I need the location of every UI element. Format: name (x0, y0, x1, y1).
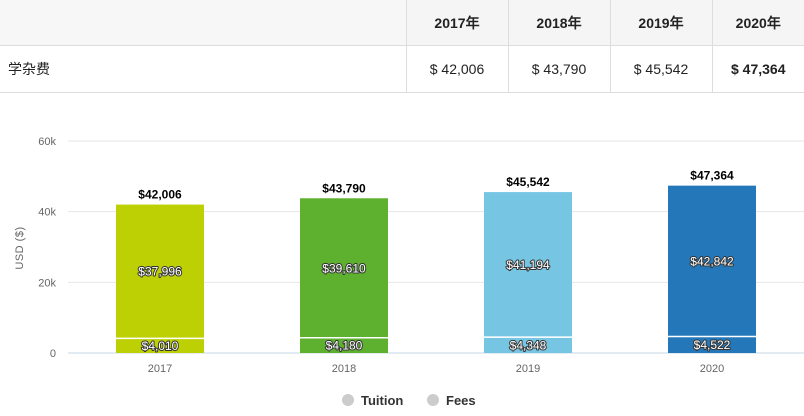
total-data-label: $47,364 (690, 169, 734, 183)
y-axis-label: USD ($) (14, 226, 26, 269)
y-tick-label: 0 (50, 348, 56, 360)
x-axis: 2017 2018 2019 2020 (148, 363, 724, 375)
table-header-row: 2017年 2018年 2019年 2020年 (0, 0, 804, 46)
y-axis: 0 20k 40k 60k (38, 136, 56, 360)
table-header-corner (0, 0, 406, 46)
table-cell: $ 47,364 (711, 45, 804, 93)
total-data-label: $45,542 (506, 175, 550, 189)
x-tick-label: 2017 (148, 363, 172, 375)
table-header-cell: 2020年 (711, 0, 804, 46)
legend-label: Fees (446, 393, 476, 408)
x-tick-label: 2019 (516, 363, 540, 375)
x-tick-label: 2020 (700, 363, 724, 375)
legend-marker-icon (342, 394, 354, 406)
table-cell: $ 42,006 (405, 45, 508, 93)
x-tick-label: 2018 (332, 363, 356, 375)
table-header-cell: 2019年 (609, 0, 712, 46)
fees-data-label: $4,010 (142, 339, 179, 353)
table-row-label: 学杂费 (0, 45, 406, 93)
legend: Tuition Fees (342, 393, 476, 408)
tuition-table: 2017年 2018年 2019年 2020年 学杂费 $ 42,006 $ 4… (0, 0, 804, 93)
fees-data-label: $4,180 (326, 339, 363, 353)
bar-group: $42,006 $37,996 $4,010 (116, 188, 204, 354)
y-tick-label: 60k (38, 136, 56, 148)
table-row: 学杂费 $ 42,006 $ 43,790 $ 45,542 $ 47,364 (0, 45, 804, 93)
stacked-bar-chart: 020k40k60k USD ($) $42,006$37,996$4,010$… (14, 136, 804, 408)
bar-group: $47,364 $42,842 $4,522 (668, 169, 756, 353)
legend-item-fees[interactable]: Fees (427, 393, 476, 408)
legend-marker-icon (427, 394, 439, 406)
table-cell: $ 43,790 (507, 45, 610, 93)
table-cell: $ 45,542 (609, 45, 712, 93)
y-tick-label: 40k (38, 207, 56, 219)
tuition-data-label: $42,842 (690, 254, 734, 268)
bar-group: $45,542 $41,194 $4,348 (484, 175, 572, 353)
tuition-data-label: $41,194 (506, 258, 550, 272)
legend-item-tuition[interactable]: Tuition (342, 393, 403, 408)
tuition-data-label: $37,996 (138, 265, 182, 279)
fees-data-label: $4,522 (694, 338, 731, 352)
table-header-cell: 2018年 (507, 0, 610, 46)
fees-data-label: $4,348 (510, 338, 547, 352)
total-data-label: $43,790 (322, 181, 366, 195)
total-data-label: $42,006 (138, 188, 182, 202)
legend-label: Tuition (361, 393, 403, 408)
tuition-data-label: $39,610 (322, 261, 366, 275)
y-tick-label: 20k (38, 277, 56, 289)
bars-layer: $42,006 $37,996 $4,010 $43,790 $39,610 $4,180… (116, 169, 756, 354)
bar-group: $43,790 $39,610 $4,180 (300, 181, 388, 354)
table-header-cell: 2017年 (405, 0, 508, 46)
